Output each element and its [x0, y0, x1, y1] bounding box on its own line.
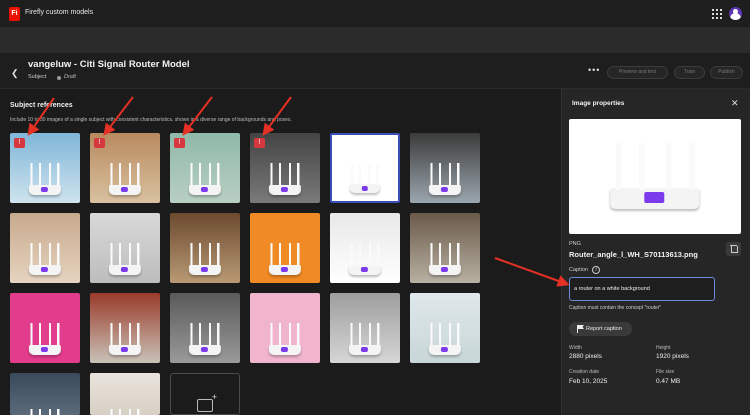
width-label: Width — [569, 345, 582, 351]
file-name: Router_angle_l_WH_S70113613.png — [569, 250, 698, 259]
chevron-left-icon[interactable]: ❮ — [11, 68, 19, 79]
publish-button[interactable]: Publish — [710, 66, 743, 79]
height-value: 1920 pixels — [656, 353, 689, 360]
preview-and-test-button[interactable]: Preview and test — [607, 66, 668, 79]
annotation-arrow — [182, 96, 213, 136]
warning-icon: ! — [254, 138, 265, 148]
reference-image-thumbnail[interactable] — [170, 293, 240, 363]
info-icon[interactable]: i — [592, 266, 600, 274]
router-image — [268, 243, 302, 275]
router-image — [610, 143, 700, 209]
reference-image-thumbnail[interactable]: ! — [90, 133, 160, 203]
router-image — [428, 163, 462, 195]
add-image-icon — [197, 392, 217, 412]
reference-image-thumbnail[interactable] — [170, 213, 240, 283]
caption-input[interactable] — [569, 277, 715, 301]
toolbar-strip — [0, 28, 750, 53]
train-button[interactable]: Train — [674, 66, 705, 79]
flag-icon — [577, 325, 584, 333]
router-image — [428, 243, 462, 275]
warning-icon: ! — [94, 138, 105, 148]
router-image — [428, 323, 462, 355]
app-top-bar: Fi Firefly custom models — [0, 0, 750, 28]
reference-image-thumbnail[interactable] — [330, 133, 400, 203]
reference-image-thumbnail[interactable]: ! — [170, 133, 240, 203]
model-type-label: Subject — [28, 74, 47, 80]
router-image — [188, 163, 222, 195]
router-image — [28, 323, 62, 355]
apps-grid-icon[interactable] — [712, 9, 722, 19]
annotation-arrow — [262, 96, 292, 136]
reference-image-thumbnail[interactable] — [10, 373, 80, 415]
reference-image-thumbnail[interactable] — [330, 293, 400, 363]
reference-image-thumbnail[interactable] — [250, 213, 320, 283]
file-type: PNG — [569, 241, 581, 247]
router-image — [108, 323, 142, 355]
reference-image-thumbnail[interactable] — [90, 373, 160, 415]
reference-image-thumbnail[interactable] — [330, 213, 400, 283]
creation-date-label: Creation date — [569, 369, 600, 375]
section-description: Include 10 to 30 images of a single subj… — [10, 117, 292, 123]
creation-date-value: Feb 10, 2025 — [569, 378, 608, 385]
reference-image-thumbnail[interactable] — [410, 213, 480, 283]
model-title: vangeluw - Citi Signal Router Model — [28, 59, 190, 70]
reference-image-thumbnail[interactable] — [410, 293, 480, 363]
file-size-value: 0.47 MB — [656, 378, 681, 385]
more-options-button[interactable]: ••• — [588, 65, 600, 75]
reference-image-thumbnail[interactable] — [90, 213, 160, 283]
router-image — [28, 163, 62, 195]
app-title: Firefly custom models — [25, 9, 94, 16]
router-image — [268, 163, 302, 195]
panel-title: Image properties — [572, 100, 625, 107]
reference-image-thumbnail[interactable]: ! — [250, 133, 320, 203]
annotation-arrow — [494, 257, 570, 287]
caption-hint: Caption must contain the concept "router… — [569, 305, 662, 311]
reference-image-thumbnail[interactable] — [250, 293, 320, 363]
reference-image-thumbnail[interactable] — [410, 133, 480, 203]
close-icon[interactable]: ✕ — [731, 98, 739, 109]
height-label: Height — [656, 345, 671, 351]
section-title: Subject references — [10, 102, 73, 109]
warning-icon: ! — [174, 138, 185, 148]
router-image — [348, 243, 382, 275]
annotation-arrow — [103, 96, 134, 136]
user-avatar-icon[interactable] — [729, 7, 742, 20]
router-image — [28, 243, 62, 275]
image-preview — [569, 119, 741, 234]
router-image — [188, 243, 222, 275]
trash-icon[interactable] — [726, 242, 741, 256]
reference-image-thumbnail[interactable] — [10, 213, 80, 283]
reference-image-thumbnail[interactable]: ! — [10, 133, 80, 203]
router-image — [188, 323, 222, 355]
warning-icon: ! — [14, 138, 25, 148]
router-image — [348, 323, 382, 355]
reference-image-thumbnail[interactable] — [10, 293, 80, 363]
caption-label: Caption — [569, 267, 588, 273]
firefly-logo: Fi — [9, 7, 20, 21]
router-image — [108, 243, 142, 275]
reference-image-thumbnail[interactable] — [90, 293, 160, 363]
router-image — [268, 323, 302, 355]
file-size-label: File size — [656, 369, 675, 375]
status-dot-icon — [57, 76, 61, 80]
width-value: 2880 pixels — [569, 353, 602, 360]
status-badge: Draft — [64, 74, 76, 80]
router-image — [349, 163, 381, 194]
router-image — [108, 163, 142, 195]
